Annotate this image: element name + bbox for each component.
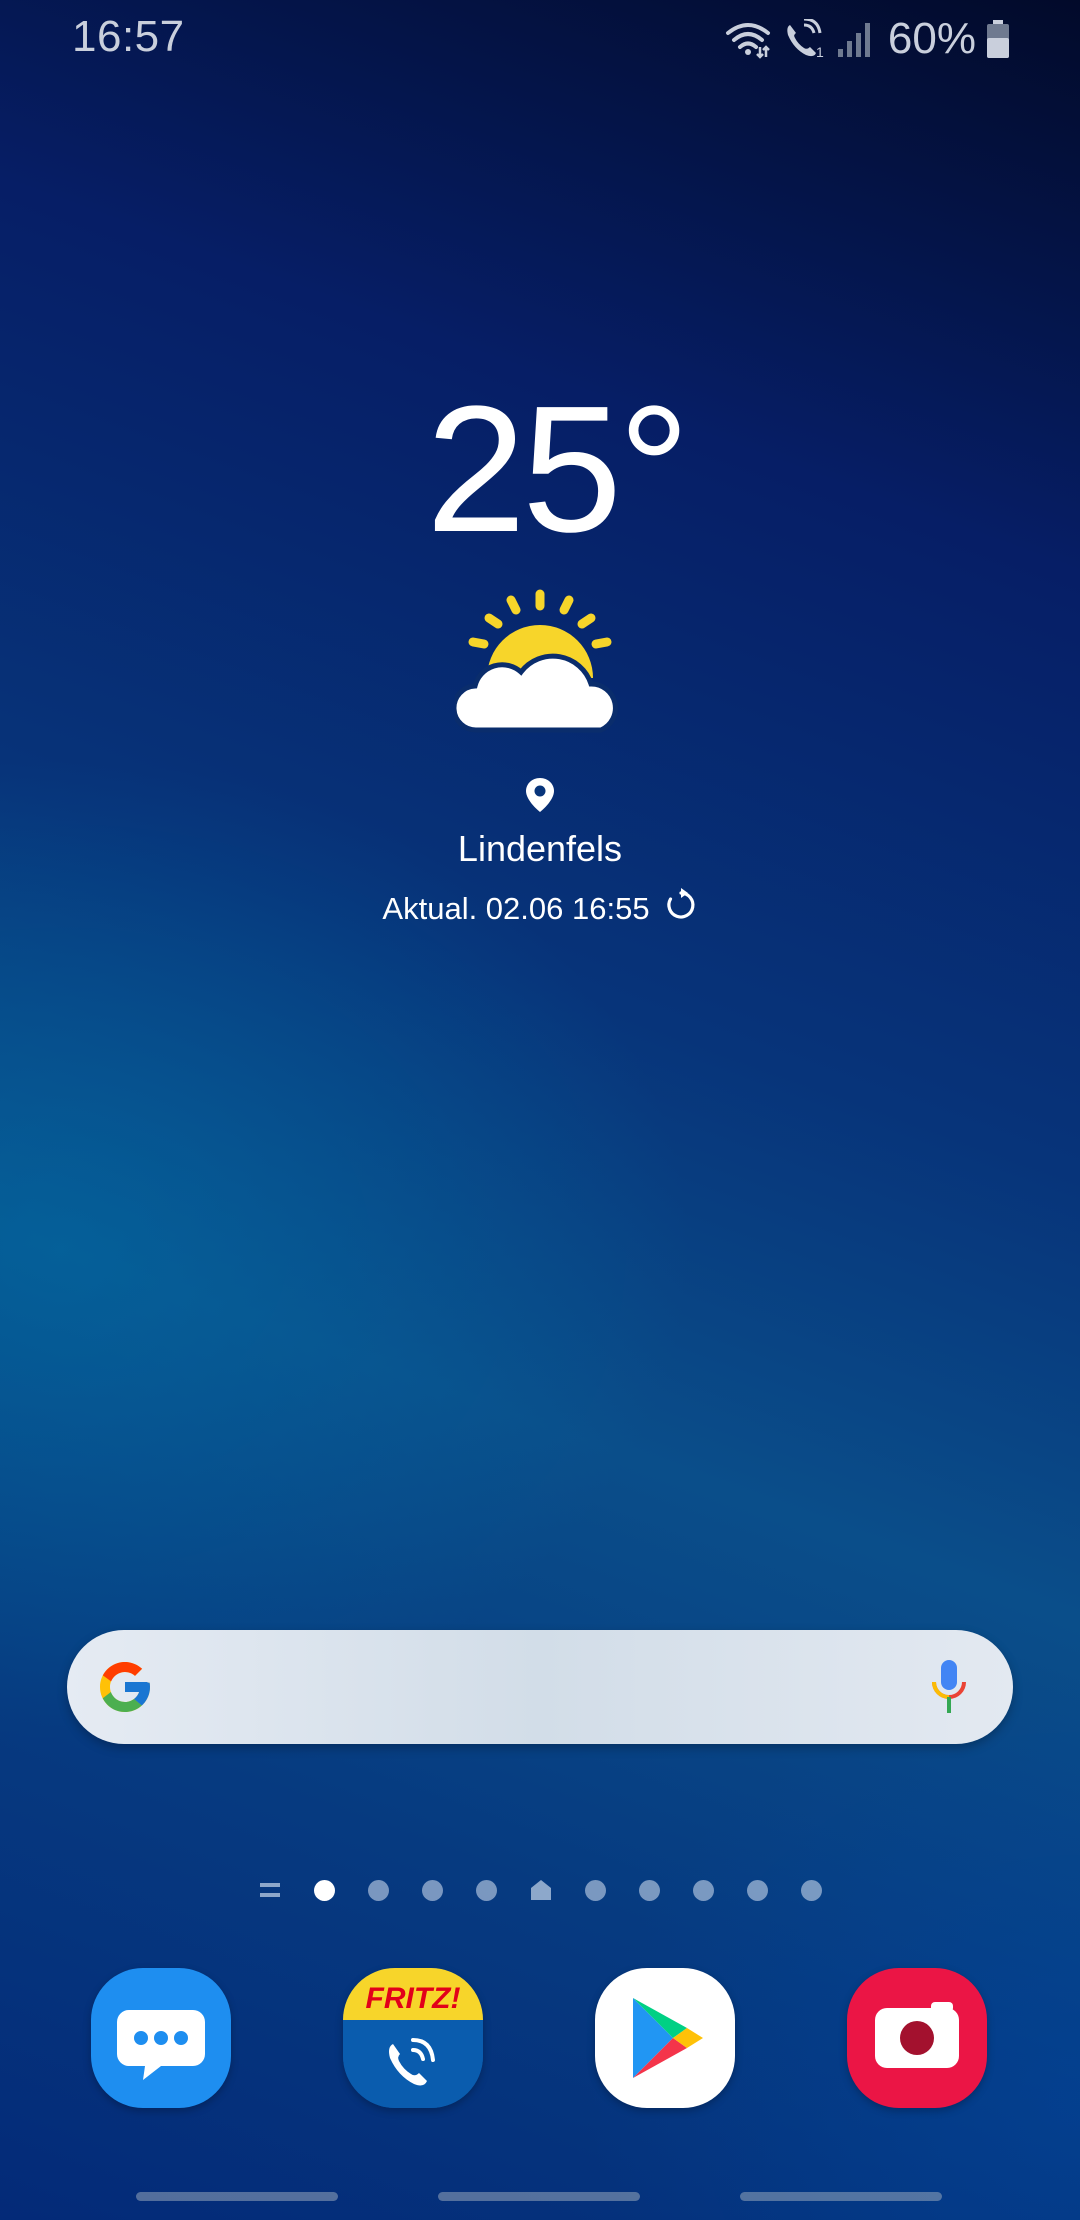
nav-back-gesture[interactable] [136, 2192, 338, 2201]
fritz-icon: FRITZ! [343, 1968, 483, 2108]
page-dot[interactable] [421, 1879, 443, 1901]
fritz-logo-text: FRITZ! [366, 1982, 461, 2015]
battery-icon [986, 19, 1010, 59]
google-search-bar[interactable] [67, 1630, 1013, 1744]
signal-icon [836, 19, 872, 59]
nav-home-gesture[interactable] [438, 2192, 640, 2201]
mic-icon[interactable] [929, 1658, 969, 1721]
nav-recents-gesture[interactable] [740, 2192, 942, 2201]
page-dot[interactable] [584, 1879, 606, 1901]
status-time: 16:57 [72, 12, 185, 61]
refresh-icon[interactable] [664, 888, 698, 930]
messages-icon [91, 2010, 231, 2108]
partly-sunny-icon [0, 588, 1080, 739]
home-screen: 16:57 1 60% 25° Lindenfels Aktual. 02.06… [0, 0, 1080, 2220]
page-dot[interactable] [638, 1879, 660, 1901]
location-pin-icon [0, 777, 1080, 818]
page-dot[interactable] [746, 1879, 768, 1901]
location-name: Lindenfels [457, 828, 623, 869]
temperature: 25° [425, 369, 690, 570]
camera-icon [847, 2002, 987, 2108]
wifi-call-icon: 1 [782, 19, 826, 59]
weather-widget[interactable]: 25° Lindenfels Aktual. 02.06 16:55 [0, 380, 1080, 930]
page-list-icon[interactable] [259, 1879, 281, 1901]
page-dot[interactable] [475, 1879, 497, 1901]
svg-text:1: 1 [816, 44, 824, 59]
play-store-app[interactable]: Play Store [595, 1968, 735, 2108]
app-label: FRITZ!App Fon [343, 1968, 344, 1969]
updated-row: Aktual. 02.06 16:55 [0, 888, 1080, 930]
page-dot[interactable] [367, 1879, 389, 1901]
updated-time: Aktual. 02.06 16:55 [382, 891, 650, 926]
status-bar: 16:57 1 60% [0, 0, 1080, 76]
battery-percent: 60% [887, 14, 976, 63]
app-label: Play Store [595, 1968, 596, 1969]
status-icons: 1 60% [724, 14, 1010, 64]
app-label: Messages [91, 1968, 92, 1969]
play-store-icon [595, 1998, 735, 2108]
page-dot[interactable] [692, 1879, 714, 1901]
screen-recorder-app[interactable]: Screen Recorder [847, 1968, 987, 2108]
page-dot[interactable] [800, 1879, 822, 1901]
page-indicator[interactable] [0, 1876, 1080, 1904]
navigation-bar [0, 2186, 1080, 2206]
wifi-icon [724, 19, 772, 59]
app-label: Screen Recorder [847, 1968, 848, 1969]
app-dock: Messages FRITZ!App Fon FRITZ! [0, 1968, 1080, 2110]
search-input[interactable] [177, 1650, 881, 1726]
home-page-icon[interactable] [530, 1879, 552, 1901]
messages-app[interactable]: Messages [91, 1968, 231, 2108]
fritz-app[interactable]: FRITZ!App Fon FRITZ! [343, 1968, 483, 2108]
page-dot-current[interactable] [313, 1879, 335, 1901]
google-logo-icon [95, 1657, 155, 1722]
